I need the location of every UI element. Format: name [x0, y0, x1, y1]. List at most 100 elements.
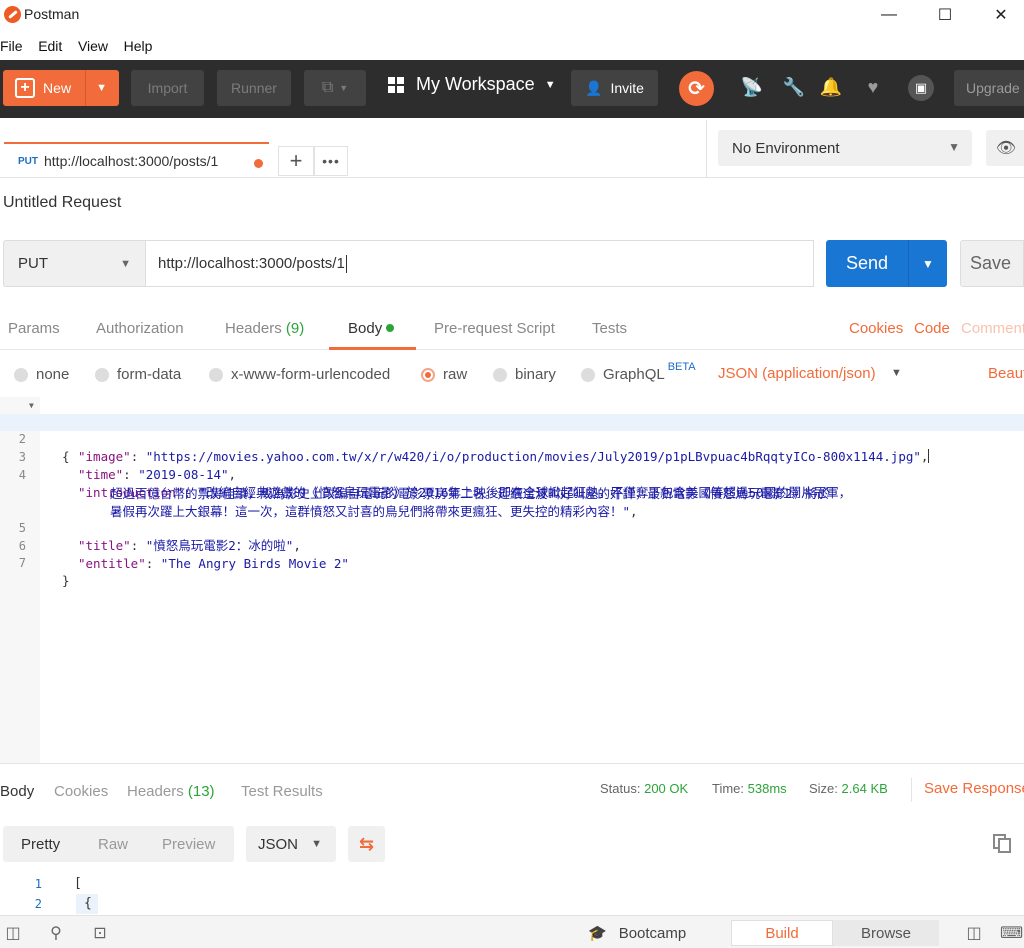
tab-body[interactable]: Body: [348, 320, 395, 337]
bootcamp-button[interactable]: 🎓 Bootcamp: [588, 924, 687, 943]
line-number: 2: [34, 897, 42, 911]
fold-arrow-icon[interactable]: ▼: [29, 397, 34, 414]
environment-select[interactable]: No Environment ▼: [718, 130, 972, 166]
radio-icon: [493, 367, 507, 382]
body-code-editor[interactable]: 1 ▼ { 2 "image": "https://movies.yahoo.c…: [0, 397, 1024, 763]
wrench-icon[interactable]: 🔧: [782, 77, 806, 98]
wrap-lines-icon[interactable]: ⇆: [348, 826, 385, 862]
body-type-label: raw: [443, 366, 468, 383]
tab-headers[interactable]: Headers (9): [225, 320, 304, 337]
import-button[interactable]: Import: [131, 70, 204, 106]
view-pretty[interactable]: Pretty: [21, 836, 60, 853]
new-window-button[interactable]: ⧉ ▼: [304, 70, 366, 106]
view-raw[interactable]: Raw: [98, 836, 128, 853]
menu-view[interactable]: View: [78, 33, 108, 59]
body-type-binary[interactable]: binary: [493, 366, 556, 383]
body-type-form-data[interactable]: form-data: [95, 366, 181, 383]
bell-icon[interactable]: 🔔: [819, 77, 843, 98]
code-line: 4 "introduction": "改編自經典遊戲的《憤怒鳥玩電影》於2016…: [0, 450, 1024, 500]
cookies-link[interactable]: Cookies: [849, 320, 903, 337]
status-value: 200 OK: [644, 781, 689, 796]
radio-icon: [581, 367, 595, 382]
time-value: 538ms: [747, 781, 787, 796]
send-button[interactable]: Send ▼: [826, 240, 947, 287]
tab-params[interactable]: Params: [8, 320, 60, 337]
sidebar-toggle-icon[interactable]: ◫: [3, 923, 23, 943]
copy-icon[interactable]: [993, 834, 1013, 854]
environment-quicklook-eye-icon[interactable]: 👁: [986, 130, 1024, 166]
method-select[interactable]: PUT ▼: [3, 240, 145, 287]
menu-edit[interactable]: Edit: [38, 33, 62, 59]
beautify-link[interactable]: Beautify: [988, 365, 1024, 382]
menu-help[interactable]: Help: [124, 33, 153, 59]
keyboard-shortcuts-icon[interactable]: ⌨: [1000, 923, 1023, 943]
body-type-graphql[interactable]: GraphQL BETA: [581, 361, 696, 383]
response-tab-headers[interactable]: Headers (13): [127, 783, 215, 800]
console-icon[interactable]: ⊡: [90, 923, 110, 943]
tab-prerequest-script[interactable]: Pre-request Script: [434, 320, 555, 337]
chevron-down-icon: ▼: [948, 140, 960, 154]
invite-label: Invite: [610, 80, 644, 96]
response-tab-body[interactable]: Body: [0, 783, 34, 800]
request-tab[interactable]: PUT http://localhost:3000/posts/1: [4, 142, 269, 178]
tab-authorization[interactable]: Authorization: [96, 320, 184, 337]
new-window-icon: ⧉: [321, 79, 334, 96]
chevron-down-icon: ▼: [339, 83, 349, 93]
bootcamp-label: Bootcamp: [618, 924, 687, 942]
content-type-select[interactable]: JSON (application/json): [718, 365, 876, 382]
response-line: 2 {: [0, 894, 1024, 914]
two-pane-layout-icon[interactable]: ◫: [964, 923, 984, 943]
search-icon[interactable]: ⚲: [46, 923, 66, 943]
minimize-button[interactable]: —: [862, 0, 916, 30]
heart-icon[interactable]: ♥: [861, 77, 885, 98]
save-button[interactable]: Save: [960, 240, 1024, 287]
response-tab-cookies[interactable]: Cookies: [54, 783, 108, 800]
response-headers-label: Headers: [127, 783, 184, 800]
workspace-switcher[interactable]: My Workspace ▼: [388, 74, 556, 95]
chevron-down-icon[interactable]: ▼: [96, 82, 107, 94]
response-time: Time: 538ms: [712, 781, 787, 796]
upgrade-button[interactable]: Upgrade: [954, 70, 1024, 106]
code-line-wrapped: 超過百億台幣的票房佳績，成為影史上改編自電玩的電影票房第二名。延續這波叫好叫座的…: [0, 468, 1024, 501]
sync-icon[interactable]: ⟳: [679, 71, 714, 106]
request-tab-bar: PUT http://localhost:3000/posts/1 + ••• …: [0, 120, 1024, 178]
tab-tests[interactable]: Tests: [592, 320, 627, 337]
json-value: "The Angry Birds Movie 2": [160, 556, 349, 571]
invite-button[interactable]: 👤 Invite: [571, 70, 658, 106]
comments-link[interactable]: Comments: [961, 320, 1024, 337]
format-label: JSON: [258, 835, 299, 853]
divider: [0, 177, 1024, 178]
radio-icon: [14, 367, 28, 382]
runner-button[interactable]: Runner: [217, 70, 291, 106]
body-type-raw[interactable]: raw: [421, 366, 467, 383]
response-tab-test-results[interactable]: Test Results: [241, 783, 323, 800]
code-link[interactable]: Code: [914, 320, 950, 337]
body-type-label: binary: [515, 366, 556, 383]
close-button[interactable]: ✕: [974, 0, 1024, 30]
response-status: Status: 200 OK: [600, 781, 688, 796]
satellite-icon[interactable]: 📡: [740, 77, 764, 98]
body-type-label: GraphQL: [603, 366, 665, 383]
new-tab-button[interactable]: +: [278, 146, 314, 176]
maximize-button[interactable]: ☐: [918, 0, 972, 30]
response-format-select[interactable]: JSON ▼: [246, 826, 336, 862]
request-title: Untitled Request: [3, 194, 122, 211]
body-type-label: form-data: [117, 366, 182, 383]
more-tabs-button[interactable]: •••: [314, 146, 348, 176]
beta-badge: BETA: [667, 360, 696, 373]
url-input[interactable]: http://localhost:3000/posts/1: [145, 240, 814, 287]
body-type-urlencoded[interactable]: x-www-form-urlencoded: [209, 366, 390, 383]
new-button[interactable]: + New ▼: [3, 70, 119, 106]
save-response-button[interactable]: Save Response: [924, 780, 1024, 797]
menu-file[interactable]: File: [0, 33, 23, 59]
code-line: 7 }: [0, 538, 1024, 588]
build-mode-button[interactable]: Build: [731, 920, 833, 946]
avatar[interactable]: ▣: [908, 75, 934, 101]
view-preview[interactable]: Preview: [162, 836, 215, 853]
body-type-none[interactable]: none: [14, 366, 69, 383]
send-label: Send: [845, 253, 889, 273]
chevron-down-icon[interactable]: ▼: [909, 257, 947, 271]
browse-mode-button[interactable]: Browse: [833, 920, 939, 946]
title-bar: Postman — ☐ ✕: [0, 0, 1024, 30]
chevron-down-icon[interactable]: ▼: [891, 367, 902, 379]
